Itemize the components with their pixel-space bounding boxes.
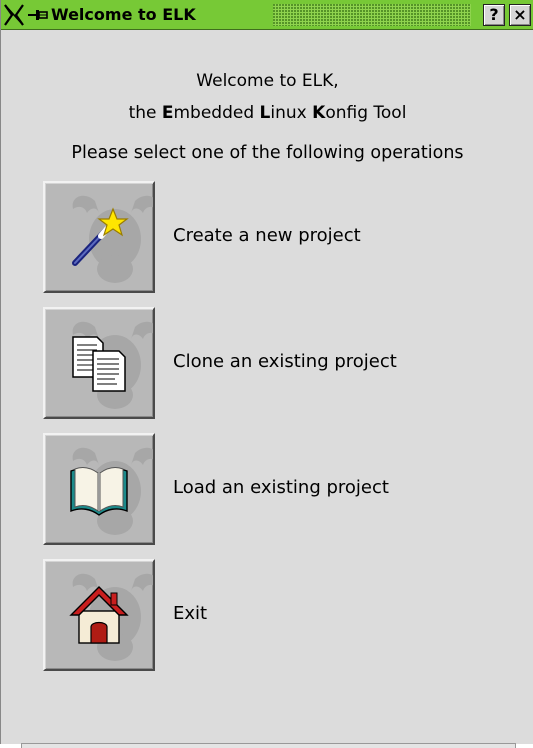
create-project-label[interactable]: Create a new project (173, 225, 361, 247)
instruction-text: Please select one of the following opera… (71, 143, 464, 163)
welcome-content: Welcome to ELK, the Embedded Linux Konfi… (1, 31, 533, 748)
elk-welcome-window: Welcome to ELK ? × Welcome to ELK, the E… (0, 0, 533, 748)
help-button[interactable]: ? (483, 4, 505, 26)
clone-project-option: Clone an existing project (43, 307, 513, 419)
load-project-option: Load an existing project (43, 433, 513, 545)
clone-project-button[interactable] (43, 307, 155, 419)
window-title: Welcome to ELK (51, 5, 196, 24)
magic-wand-icon (72, 207, 129, 266)
title-bar[interactable]: Welcome to ELK ? × (1, 0, 533, 30)
x-window-icon[interactable] (3, 3, 25, 27)
title-bar-grip[interactable] (273, 4, 471, 26)
copy-documents-icon (72, 336, 126, 392)
load-project-button[interactable] (43, 433, 155, 545)
close-button[interactable]: × (509, 4, 531, 26)
tool-subtitle: the Embedded Linux Konfig Tool (128, 103, 407, 123)
create-project-button[interactable] (43, 181, 155, 293)
exit-button[interactable] (43, 559, 155, 671)
exit-option: Exit (43, 559, 513, 671)
open-book-icon (70, 467, 128, 516)
create-project-option: Create a new project (43, 181, 513, 293)
exit-label[interactable]: Exit (173, 603, 207, 625)
welcome-heading: Welcome to ELK, (196, 71, 339, 91)
pin-icon[interactable] (27, 7, 49, 23)
load-project-label[interactable]: Load an existing project (173, 477, 389, 499)
clone-project-label[interactable]: Clone an existing project (173, 351, 397, 373)
house-icon (69, 586, 129, 644)
